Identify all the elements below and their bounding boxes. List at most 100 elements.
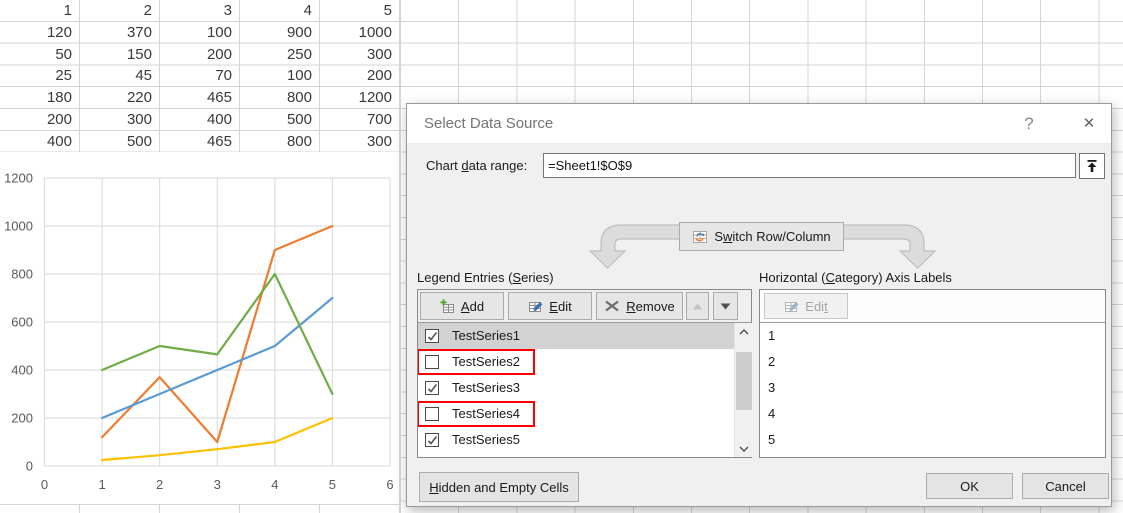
horizontal-axis-panel: Edit 12345 <box>759 289 1106 458</box>
series-label: TestSeries4 <box>452 401 520 427</box>
sheet-cell[interactable]: 700 <box>320 109 400 131</box>
sheet-cell[interactable]: 500 <box>240 109 320 131</box>
move-series-up-button[interactable] <box>686 292 709 320</box>
edit-icon <box>528 299 543 314</box>
series-row[interactable]: TestSeries3 <box>418 375 734 401</box>
y-axis-tick-label: 1000 <box>4 219 33 234</box>
axis-label-item[interactable]: 4 <box>760 401 1104 427</box>
hidden-and-empty-cells-button[interactable]: Hidden and Empty Cells <box>419 472 579 502</box>
dialog-titlebar[interactable]: Select Data Source ? ✕ <box>407 104 1111 144</box>
add-button-label: Add <box>461 299 484 314</box>
axis-label-item[interactable]: 2 <box>760 349 1104 375</box>
sheet-cell[interactable]: 50 <box>0 44 80 66</box>
sheet-cell[interactable]: 300 <box>320 131 400 153</box>
checkmark-icon <box>427 383 438 394</box>
scrollbar-down-icon[interactable] <box>735 440 753 457</box>
scrollbar-up-icon[interactable] <box>735 323 753 340</box>
series-checkbox[interactable] <box>425 329 439 343</box>
edit-axis-labels-button[interactable]: Edit <box>764 293 848 319</box>
axis-label-item[interactable]: 5 <box>760 427 1104 453</box>
sheet-cell[interactable]: 150 <box>80 44 160 66</box>
sheet-cell[interactable]: 120 <box>0 22 80 44</box>
series-row[interactable]: TestSeries2 <box>418 349 734 375</box>
sheet-cell[interactable]: 200 <box>0 109 80 131</box>
sheet-cell[interactable]: 500 <box>80 131 160 153</box>
embedded-chart[interactable]: 0200400600800100012000123456 <box>0 152 399 505</box>
x-axis-tick-label: 0 <box>41 477 48 492</box>
sheet-cell[interactable]: 2 <box>80 0 160 22</box>
x-axis-tick-label: 1 <box>98 477 105 492</box>
sheet-cell[interactable]: 4 <box>240 0 320 22</box>
add-icon <box>440 299 455 314</box>
series-checkbox[interactable] <box>425 381 439 395</box>
series-label: TestSeries5 <box>452 427 520 453</box>
help-icon[interactable]: ? <box>1015 104 1043 144</box>
x-axis-tick-label: 4 <box>271 477 278 492</box>
remove-series-button[interactable]: Remove <box>596 292 683 320</box>
cancel-button[interactable]: Cancel <box>1022 473 1109 499</box>
sheet-cell[interactable]: 25 <box>0 65 80 87</box>
series-checkbox[interactable] <box>425 355 439 369</box>
sheet-cell[interactable]: 1000 <box>320 22 400 44</box>
sheet-cell[interactable]: 3 <box>160 0 240 22</box>
x-axis-tick-label: 5 <box>329 477 336 492</box>
series-list: TestSeries1TestSeries2TestSeries3TestSer… <box>418 323 734 458</box>
ok-button[interactable]: OK <box>926 473 1013 499</box>
sheet-cell[interactable]: 465 <box>160 131 240 153</box>
select-data-source-dialog: Select Data Source ? ✕ Chart data range: <box>406 103 1112 507</box>
sheet-cell[interactable]: 400 <box>0 131 80 153</box>
sheet-cell[interactable]: 70 <box>160 65 240 87</box>
sheet-cell[interactable]: 100 <box>160 22 240 44</box>
y-axis-tick-label: 1200 <box>4 171 33 186</box>
edit-series-button[interactable]: Edit <box>508 292 592 320</box>
switch-row-column-label: Switch Row/Column <box>714 229 830 244</box>
series-checkbox[interactable] <box>425 407 439 421</box>
sheet-cell[interactable]: 900 <box>240 22 320 44</box>
sheet-cell[interactable]: 100 <box>240 65 320 87</box>
sheet-cell[interactable]: 180 <box>0 87 80 109</box>
collapse-dialog-button[interactable] <box>1079 153 1105 179</box>
series-label: TestSeries3 <box>452 375 520 401</box>
remove-button-label: Remove <box>626 299 674 314</box>
scrollbar-thumb[interactable] <box>736 352 752 410</box>
axis-label-item[interactable]: 1 <box>760 323 1104 349</box>
move-series-down-button[interactable] <box>713 292 738 320</box>
sheet-cell[interactable]: 1200 <box>320 87 400 109</box>
move-up-icon <box>692 302 703 311</box>
series-row[interactable]: TestSeries5 <box>418 427 734 453</box>
axis-edit-button-label: Edit <box>805 299 827 314</box>
series-label: TestSeries1 <box>452 323 520 349</box>
right-curved-arrow <box>839 225 935 268</box>
sheet-cell[interactable]: 200 <box>160 44 240 66</box>
legend-toolbar: Add Edit <box>418 290 751 323</box>
sheet-cell[interactable]: 1 <box>0 0 80 22</box>
series-checkbox[interactable] <box>425 433 439 447</box>
series-label: TestSeries2 <box>452 349 520 375</box>
series-scrollbar[interactable] <box>734 323 752 457</box>
sheet-cell[interactable]: 370 <box>80 22 160 44</box>
y-axis-tick-label: 200 <box>11 411 33 426</box>
sheet-cell[interactable]: 465 <box>160 87 240 109</box>
sheet-cell[interactable]: 250 <box>240 44 320 66</box>
sheet-cell[interactable]: 800 <box>240 87 320 109</box>
sheet-cell[interactable]: 220 <box>80 87 160 109</box>
close-icon[interactable]: ✕ <box>1075 104 1103 144</box>
sheet-cell[interactable]: 800 <box>240 131 320 153</box>
add-series-button[interactable]: Add <box>420 292 504 320</box>
horizontal-axis-labels-label: Horizontal (Category) Axis Labels <box>759 270 952 288</box>
legend-entries-label: Legend Entries (Series) <box>417 270 554 288</box>
move-down-icon <box>720 302 731 311</box>
sheet-cell[interactable]: 300 <box>320 44 400 66</box>
sheet-cell[interactable]: 45 <box>80 65 160 87</box>
series-row[interactable]: TestSeries4 <box>418 401 734 427</box>
sheet-cell[interactable]: 200 <box>320 65 400 87</box>
range-picker-icon <box>1086 159 1098 173</box>
sheet-cell[interactable]: 400 <box>160 109 240 131</box>
spreadsheet-cells: 1234512037010090010005015020025030025457… <box>0 0 400 153</box>
sheet-cell[interactable]: 5 <box>320 0 400 22</box>
axis-label-item[interactable]: 3 <box>760 375 1104 401</box>
chart-data-range-input[interactable] <box>543 153 1076 178</box>
series-row[interactable]: TestSeries1 <box>418 323 734 349</box>
switch-row-column-button[interactable]: Switch Row/Column <box>679 222 844 251</box>
sheet-cell[interactable]: 300 <box>80 109 160 131</box>
